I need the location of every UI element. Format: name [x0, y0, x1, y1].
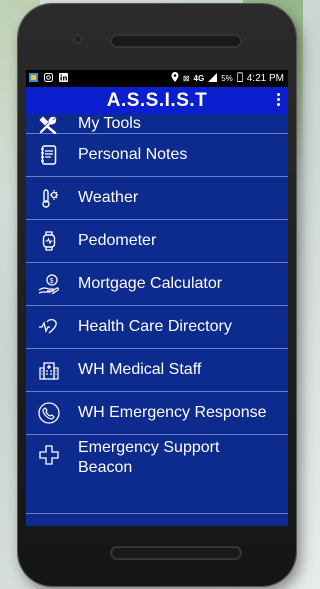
- watch-icon: [38, 230, 60, 252]
- main-menu: My Tools Personal Notes Weather Pedomete…: [26, 114, 288, 514]
- menu-label: Pedometer: [78, 232, 157, 249]
- mute-icon: ⊠: [182, 73, 190, 83]
- heartbeat-icon: [38, 316, 60, 338]
- menu-item-mortgage-calculator[interactable]: $ Mortgage Calculator: [26, 263, 288, 306]
- mortgage-icon: $: [38, 273, 60, 295]
- front-camera: [73, 34, 83, 44]
- app-title: A.S.S.I.S.T: [106, 90, 208, 111]
- bottom-speaker: [110, 546, 242, 560]
- menu-item-wh-emergency-response[interactable]: WH Emergency Response: [26, 392, 288, 435]
- svg-text:$: $: [50, 278, 54, 285]
- notes-icon: [38, 144, 60, 166]
- menu-item-health-care-directory[interactable]: Health Care Directory: [26, 306, 288, 349]
- clock: 4:21 PM: [246, 73, 284, 84]
- menu-label: Health Care Directory: [78, 318, 232, 335]
- menu-item-weather[interactable]: Weather: [26, 177, 288, 220]
- status-left-icons: [29, 72, 68, 85]
- overflow-menu-icon[interactable]: [274, 93, 282, 109]
- network-type: 4G: [193, 74, 205, 83]
- signal-icon: [208, 72, 218, 85]
- hospital-icon: [38, 359, 60, 381]
- earpiece-speaker: [110, 34, 242, 48]
- menu-item-personal-notes[interactable]: Personal Notes: [26, 134, 288, 177]
- menu-label: Weather: [78, 189, 139, 206]
- battery-icon: [236, 72, 243, 85]
- instagram-icon: [44, 72, 53, 85]
- phone-screen: ⊠ 4G 5% 4:21 PM A.S.S.I.S.T My Tools Per…: [26, 70, 288, 526]
- menu-label: My Tools: [78, 115, 141, 132]
- tools-icon: [38, 114, 60, 136]
- menu-label: Mortgage Calculator: [78, 275, 223, 292]
- menu-item-pedometer[interactable]: Pedometer: [26, 220, 288, 263]
- menu-label: WH Medical Staff: [78, 361, 202, 378]
- phone-icon: [38, 402, 60, 424]
- menu-item-wh-medical-staff[interactable]: WH Medical Staff: [26, 349, 288, 392]
- battery-percent: 5%: [221, 74, 233, 83]
- status-bar: ⊠ 4G 5% 4:21 PM: [26, 70, 288, 87]
- menu-item-my-tools[interactable]: My Tools: [26, 114, 288, 134]
- phone-top-bezel: [18, 4, 296, 66]
- medical-cross-icon: [38, 444, 60, 466]
- menu-label: WH Emergency Response: [78, 404, 267, 421]
- linkedin-icon: [59, 72, 68, 85]
- app-notification-icon: [29, 72, 38, 85]
- menu-label: Personal Notes: [78, 146, 188, 163]
- weather-icon: [38, 187, 60, 209]
- menu-label: Emergency Support Beacon: [78, 439, 220, 476]
- menu-item-emergency-support-beacon[interactable]: Emergency Support Beacon: [26, 435, 288, 514]
- phone-frame: ⊠ 4G 5% 4:21 PM A.S.S.I.S.T My Tools Per…: [18, 4, 296, 586]
- app-bar: A.S.S.I.S.T: [26, 87, 288, 114]
- status-right-icons: ⊠ 4G 5% 4:21 PM: [171, 72, 284, 85]
- location-icon: [171, 72, 179, 85]
